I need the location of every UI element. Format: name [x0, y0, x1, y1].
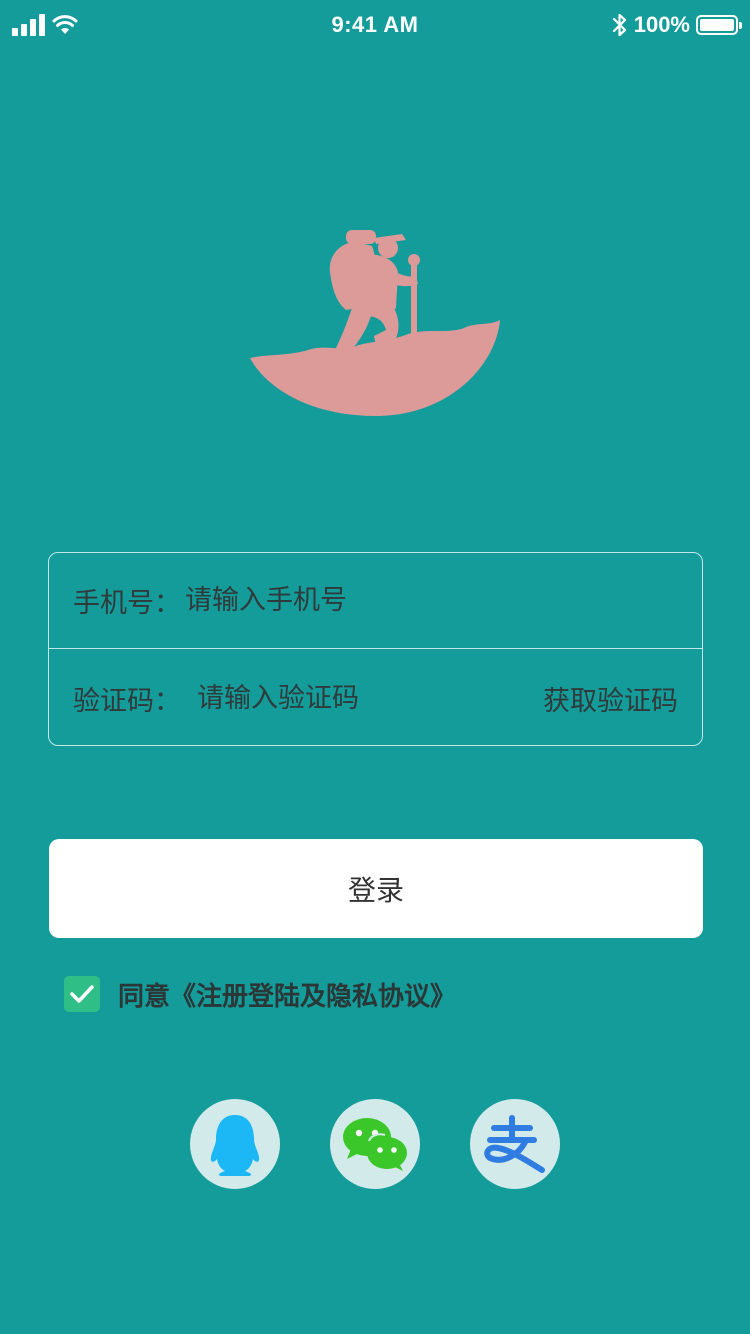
qq-login-button[interactable]: [190, 1099, 280, 1189]
phone-row: 手机号：: [49, 553, 702, 649]
login-screen: 9:41 AM 100% 手机号： 请输入手机号 验证码： 请输入验证码 获取验…: [0, 0, 750, 1334]
qq-icon: [210, 1115, 260, 1176]
get-code-button[interactable]: 获取验证码: [543, 679, 678, 718]
battery-icon: [696, 15, 742, 35]
status-right: 100%: [612, 12, 742, 38]
bluetooth-icon: [612, 13, 626, 37]
checkmark-icon: [70, 985, 94, 1003]
login-form: 手机号： 验证码： 获取验证码: [48, 552, 703, 746]
phone-input[interactable]: [185, 580, 605, 621]
wechat-login-button[interactable]: [330, 1099, 420, 1189]
wechat-icon: [343, 1118, 407, 1171]
status-bar: 9:41 AM 100%: [0, 0, 750, 54]
code-row: 验证码： 获取验证码: [49, 650, 702, 746]
alipay-login-button[interactable]: [470, 1099, 560, 1189]
code-input[interactable]: [197, 678, 497, 718]
login-button[interactable]: 登录: [49, 839, 703, 938]
code-label: 验证码：: [73, 685, 181, 717]
battery-percentage: 100%: [633, 12, 690, 37]
phone-label: 手机号：: [73, 588, 181, 619]
agreement-checkbox[interactable]: [64, 976, 100, 1012]
hiker-logo: [250, 230, 500, 416]
agreement: 同意《注册登陆及隐私协议》: [64, 975, 456, 1013]
alipay-icon: [484, 1115, 545, 1173]
agreement-link[interactable]: 同意《注册登陆及隐私协议》: [118, 976, 456, 1013]
